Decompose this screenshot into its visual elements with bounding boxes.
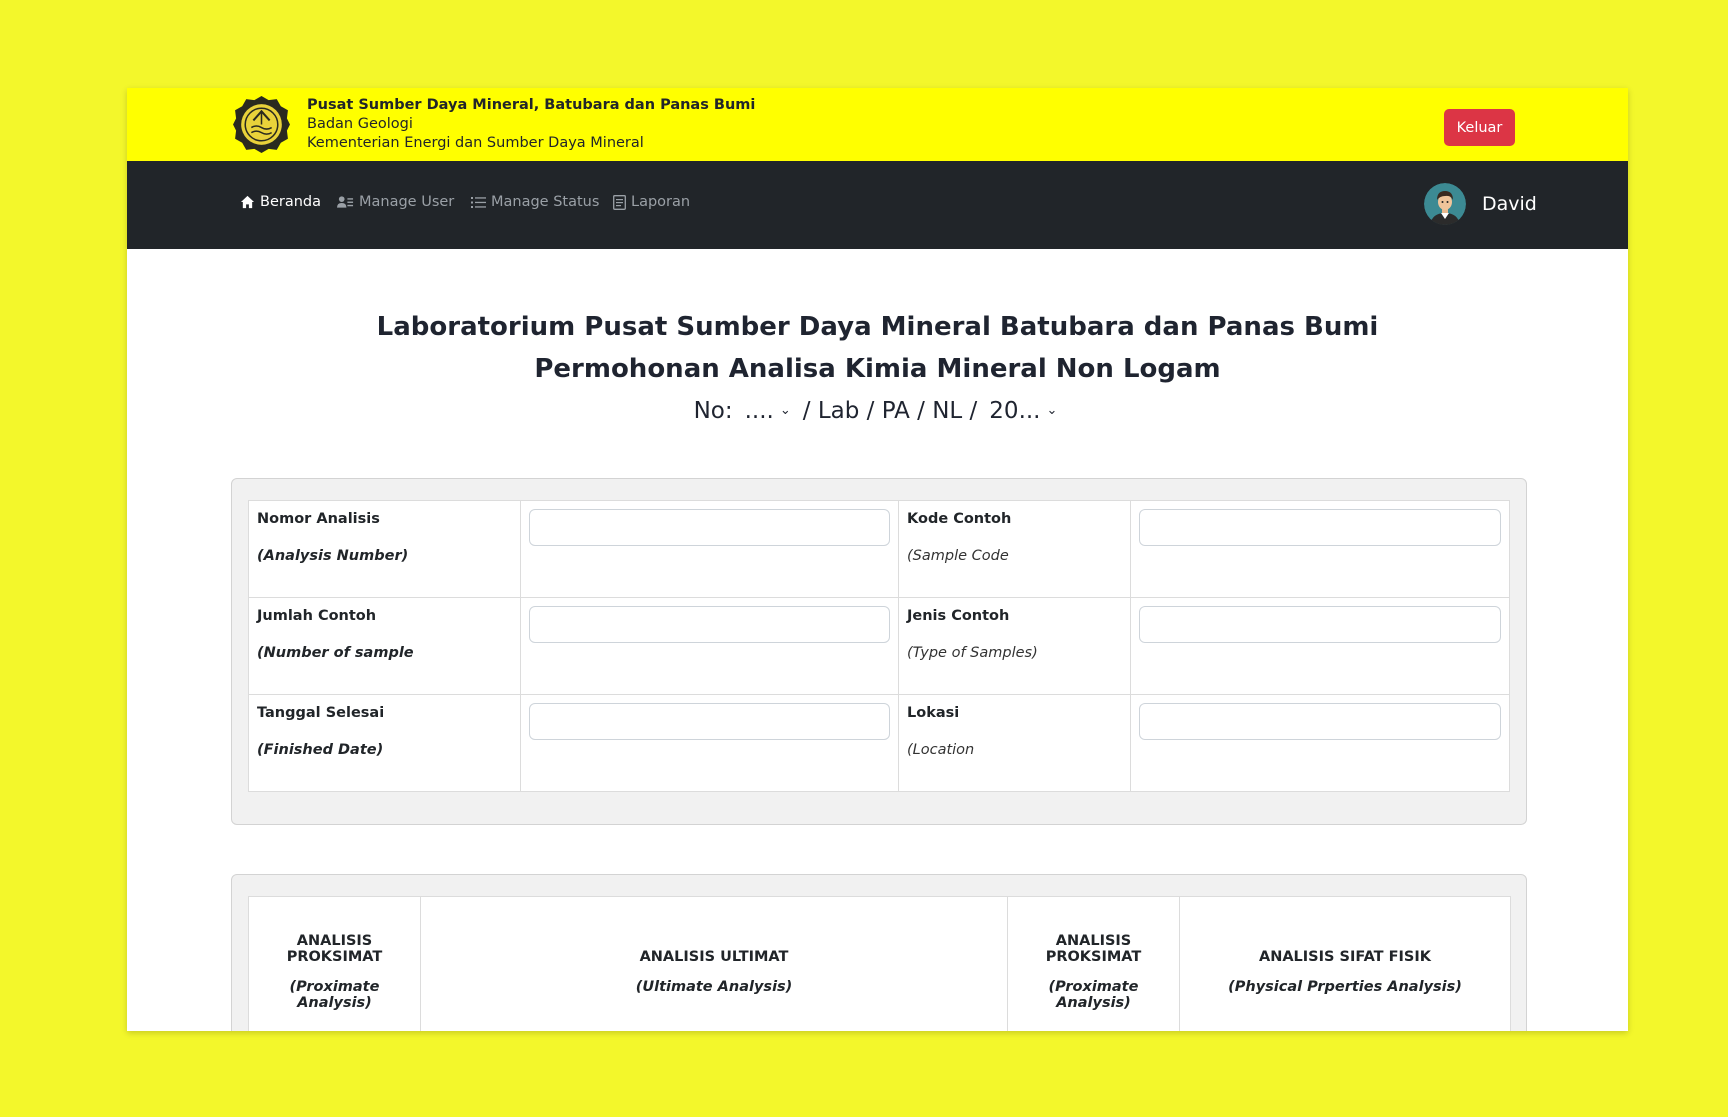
org-name: Pusat Sumber Daya Mineral, Batubara dan … bbox=[307, 97, 756, 113]
nav-label-beranda: Beranda bbox=[260, 194, 321, 210]
column-title: ANALISIS ULTIMAT bbox=[639, 948, 789, 965]
field-sublabel: (Sample Code bbox=[907, 548, 1009, 564]
field-sublabel: (Analysis Number) bbox=[257, 548, 409, 564]
sample-code-input[interactable] bbox=[1139, 509, 1501, 546]
field-label: Lokasi bbox=[907, 705, 960, 721]
column-subtitle: (Proximate Analysis) bbox=[1048, 978, 1139, 1011]
avatar bbox=[1424, 183, 1466, 225]
field-sublabel: (Location bbox=[907, 742, 975, 758]
document-number: No: .... ⌄ / Lab / PA / NL / 20... ⌄ bbox=[127, 398, 1628, 424]
input-cell bbox=[520, 500, 899, 598]
analysis-table: ANALISIS PROKSIMAT (Proximate Analysis) … bbox=[248, 896, 1511, 1031]
chevron-down-icon: ⌄ bbox=[1046, 402, 1058, 418]
field-label: Nomor Analisis bbox=[257, 511, 380, 527]
field-label: Jumlah Contoh bbox=[257, 608, 377, 624]
ministry-name: Kementerian Energi dan Sumber Daya Miner… bbox=[307, 135, 644, 151]
column-title: ANALISIS SIFAT FISIK bbox=[1258, 948, 1432, 965]
analysis-number-input[interactable] bbox=[529, 509, 890, 546]
column-subtitle: (Proximate Analysis) bbox=[289, 978, 380, 1011]
table-row: Nomor Analisis (Analysis Number) Kode Co… bbox=[248, 500, 1510, 598]
label-cell: Tanggal Selesai (Finished Date) bbox=[248, 694, 521, 792]
label-cell: Lokasi (Location bbox=[898, 694, 1131, 792]
sample-info-table: Nomor Analisis (Analysis Number) Kode Co… bbox=[248, 500, 1510, 792]
field-sublabel: (Type of Samples) bbox=[907, 645, 1038, 661]
app-window: Pusat Sumber Daya Mineral, Batubara dan … bbox=[127, 88, 1628, 1031]
location-input[interactable] bbox=[1139, 703, 1501, 740]
finished-date-input[interactable] bbox=[529, 703, 890, 740]
nav-item-laporan[interactable]: Laporan bbox=[613, 194, 690, 210]
analysis-card: ANALISIS PROKSIMAT (Proximate Analysis) … bbox=[231, 874, 1527, 1031]
label-cell: Jumlah Contoh (Number of sample bbox=[248, 597, 521, 695]
input-cell bbox=[520, 694, 899, 792]
ministry-logo bbox=[233, 96, 290, 153]
nav-label-manage-user: Manage User bbox=[359, 194, 455, 210]
input-cell bbox=[1130, 694, 1510, 792]
navbar: Beranda Manage User Manage Status Lapora… bbox=[127, 161, 1628, 249]
input-cell bbox=[520, 597, 899, 695]
sample-type-input[interactable] bbox=[1139, 606, 1501, 643]
column-header: ANALISIS ULTIMAT (Ultimate Analysis) bbox=[420, 896, 1008, 1031]
list-icon bbox=[471, 196, 486, 208]
nav-item-beranda[interactable]: Beranda bbox=[240, 194, 321, 210]
label-cell: Jenis Contoh (Type of Samples) bbox=[898, 597, 1131, 695]
column-header: ANALISIS SIFAT FISIK (Physical Prperties… bbox=[1179, 896, 1511, 1031]
input-cell bbox=[1130, 500, 1510, 598]
column-header: ANALISIS PROKSIMAT (Proximate Analysis) bbox=[1007, 896, 1180, 1031]
user-list-icon bbox=[337, 196, 354, 208]
nav-label-manage-status: Manage Status bbox=[491, 194, 600, 210]
page-title: Laboratorium Pusat Sumber Daya Mineral B… bbox=[376, 312, 1379, 342]
number-prefix: No: bbox=[693, 398, 733, 424]
user-name: David bbox=[1482, 193, 1537, 215]
field-label: Jenis Contoh bbox=[907, 608, 1010, 624]
field-sublabel: (Number of sample bbox=[257, 645, 414, 661]
number-select-value: .... bbox=[744, 398, 774, 424]
column-subtitle: (Ultimate Analysis) bbox=[635, 978, 793, 995]
table-header-row: ANALISIS PROKSIMAT (Proximate Analysis) … bbox=[248, 896, 1511, 1031]
logout-button[interactable]: Keluar bbox=[1444, 109, 1515, 146]
home-icon bbox=[240, 195, 255, 209]
input-cell bbox=[1130, 597, 1510, 695]
field-label: Tanggal Selesai bbox=[257, 705, 385, 721]
label-cell: Nomor Analisis (Analysis Number) bbox=[248, 500, 521, 598]
column-title: ANALISIS PROKSIMAT bbox=[1045, 932, 1142, 965]
organization-info: Pusat Sumber Daya Mineral, Batubara dan … bbox=[307, 96, 755, 153]
year-select-value: 20... bbox=[989, 398, 1041, 424]
nav-item-manage-status[interactable]: Manage Status bbox=[471, 194, 599, 210]
nav-item-manage-user[interactable]: Manage User bbox=[337, 194, 454, 210]
label-cell: Kode Contoh (Sample Code bbox=[898, 500, 1131, 598]
sample-info-card: Nomor Analisis (Analysis Number) Kode Co… bbox=[231, 478, 1527, 825]
page-subtitle: Permohonan Analisa Kimia Mineral Non Log… bbox=[534, 354, 1221, 384]
table-row: Jumlah Contoh (Number of sample Jenis Co… bbox=[248, 597, 1510, 695]
column-title: ANALISIS PROKSIMAT bbox=[286, 932, 383, 965]
table-row: Tanggal Selesai (Finished Date) Lokasi (… bbox=[248, 694, 1510, 792]
field-sublabel: (Finished Date) bbox=[257, 742, 384, 758]
top-header: Pusat Sumber Daya Mineral, Batubara dan … bbox=[127, 88, 1628, 161]
sample-count-input[interactable] bbox=[529, 606, 890, 643]
column-subtitle: (Physical Prperties Analysis) bbox=[1228, 978, 1462, 995]
number-select[interactable]: .... ⌄ bbox=[741, 398, 795, 424]
report-icon bbox=[613, 194, 626, 210]
field-label: Kode Contoh bbox=[907, 511, 1012, 527]
agency-name: Badan Geologi bbox=[307, 116, 413, 132]
nav-label-laporan: Laporan bbox=[631, 194, 691, 210]
year-select[interactable]: 20... ⌄ bbox=[985, 398, 1061, 424]
column-header: ANALISIS PROKSIMAT (Proximate Analysis) bbox=[248, 896, 421, 1031]
chevron-down-icon: ⌄ bbox=[779, 402, 791, 418]
number-middle: / Lab / PA / NL / bbox=[802, 398, 978, 424]
user-menu[interactable]: David bbox=[1424, 183, 1537, 225]
